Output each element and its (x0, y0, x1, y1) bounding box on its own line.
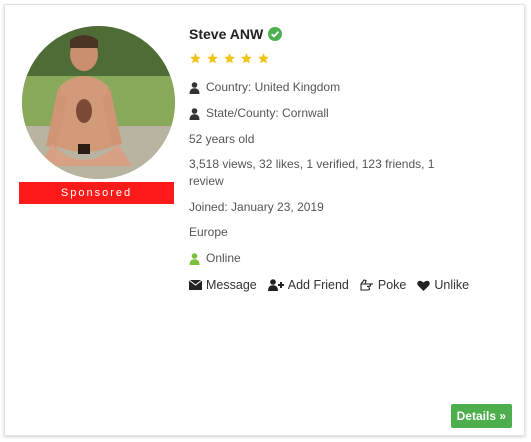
country-text: Country: United Kingdom (206, 80, 341, 94)
online-status-text: Online (206, 251, 241, 265)
star-icon (207, 53, 218, 64)
add-friend-label: Add Friend (287, 278, 349, 292)
rating-stars (189, 52, 270, 65)
user-plus-icon (267, 279, 284, 291)
hand-point-icon (360, 279, 373, 291)
envelope-icon (189, 280, 202, 290)
verified-check-icon (268, 27, 283, 41)
add-friend-button[interactable]: Add Friend (267, 278, 349, 292)
user-icon (189, 108, 200, 120)
sponsored-banner: Sponsored (19, 182, 174, 204)
action-bar: Message Add Friend Poke Unlike (189, 278, 480, 292)
profile-info: Steve ANW Country: United Kingdom State/… (189, 25, 519, 292)
star-icon (258, 53, 269, 64)
state-line: State/County: Cornwall (189, 106, 329, 120)
country-line: Country: United Kingdom (189, 80, 340, 94)
region-text: Europe (189, 225, 228, 239)
age-text: 52 years old (189, 132, 255, 146)
star-icon (241, 53, 252, 64)
state-text: State/County: Cornwall (206, 106, 329, 120)
poke-button[interactable]: Poke (360, 278, 407, 292)
unlike-label: Unlike (434, 278, 470, 292)
profile-card: Sponsored Steve ANW Country: United King… (4, 4, 525, 436)
stats-text: 3,518 views, 32 likes, 1 verified, 123 f… (189, 157, 435, 188)
star-icon (190, 53, 201, 64)
user-icon (189, 82, 200, 94)
message-label: Message (206, 278, 257, 292)
star-icon (224, 53, 235, 64)
joined-text: Joined: January 23, 2019 (189, 200, 324, 214)
profile-name[interactable]: Steve ANW (189, 26, 263, 42)
online-user-icon (189, 253, 200, 265)
poke-label: Poke (377, 278, 407, 292)
online-status: Online (189, 251, 241, 265)
unlike-button[interactable]: Unlike (417, 278, 469, 292)
details-button[interactable]: Details » (450, 404, 512, 428)
message-button[interactable]: Message (189, 278, 257, 292)
profile-photo[interactable] (22, 26, 175, 179)
heart-icon (417, 280, 431, 291)
